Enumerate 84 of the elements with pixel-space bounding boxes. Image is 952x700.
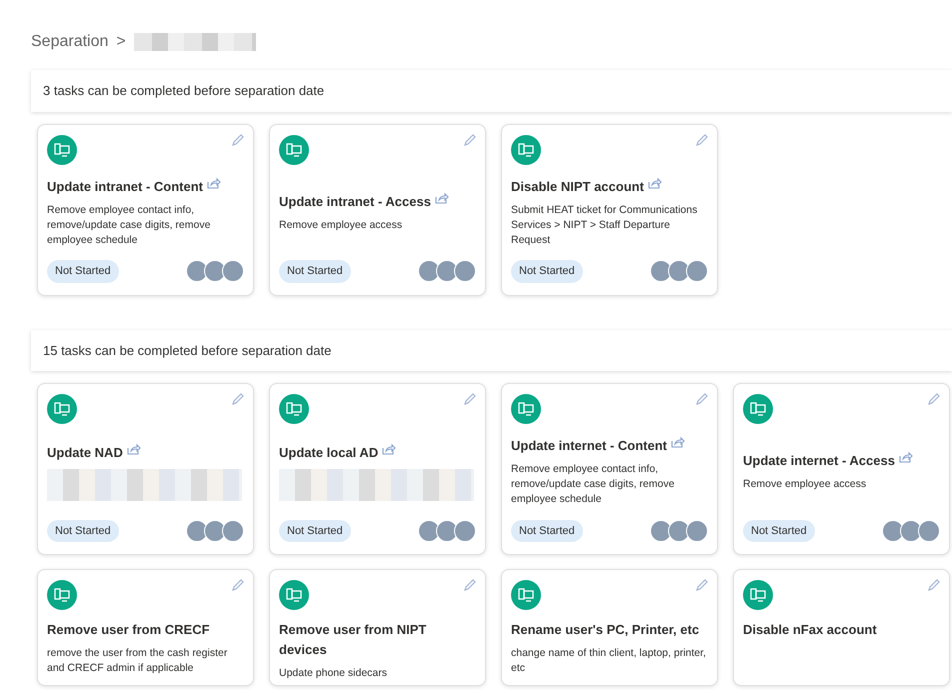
avatar [222, 520, 244, 542]
avatar [454, 260, 476, 282]
avatar [686, 260, 708, 282]
task-title: Update internet - Content [511, 438, 667, 454]
avatar [418, 260, 440, 282]
status-badge: Not Started [47, 260, 119, 282]
section-header: 15 tasks can be completed before separation date [31, 330, 952, 371]
task-description: Remove employee access [743, 477, 868, 492]
edit-icon[interactable] [231, 578, 245, 592]
edit-icon[interactable] [695, 132, 709, 146]
task-card[interactable]: Remove user from NIPT devices Update phone sidecars [269, 569, 486, 686]
status-badge: Not Started [511, 260, 583, 282]
task-title: Update intranet - Content [47, 178, 203, 194]
edit-icon[interactable] [927, 578, 941, 592]
task-description: Submit HEAT ticket for Communications Services > NIPT > Staff Departure Request [511, 202, 698, 248]
edit-icon[interactable] [695, 392, 709, 406]
avatar [418, 520, 440, 542]
edit-icon[interactable] [695, 578, 709, 592]
avatar [186, 520, 208, 542]
edit-icon[interactable] [231, 132, 245, 146]
task-title: Disable nFax account [743, 621, 878, 639]
computer-icon [279, 580, 309, 610]
edit-icon[interactable] [463, 392, 477, 406]
task-title: Remove user from CRECF [47, 621, 211, 639]
avatar [900, 520, 922, 542]
computer-icon [511, 580, 541, 610]
task-description: Remove employee access [279, 218, 404, 233]
task-title: Remove user from NIPT devices [279, 621, 428, 659]
task-title: Update local AD [279, 444, 378, 460]
task-card[interactable]: Update NAD Not Started [37, 383, 254, 555]
avatar [882, 520, 904, 542]
avatar [650, 520, 672, 542]
computer-icon [743, 394, 773, 424]
task-description: remove the user from the cash register and CRECF admin if applicable [47, 646, 228, 676]
computer-icon [743, 580, 773, 610]
avatar [204, 520, 226, 542]
task-title: Update internet - Access [743, 453, 895, 468]
task-card[interactable]: Update local AD Not Started [269, 383, 486, 555]
task-card[interactable]: Remove user from CRECF remove the user from the cash register and CRECF admin if applicable [37, 569, 254, 686]
computer-icon [279, 394, 309, 424]
task-title: Disable NIPT account [511, 178, 644, 194]
task-title: Update NAD [47, 444, 123, 460]
status-badge: Not Started [743, 520, 815, 542]
edit-icon[interactable] [927, 392, 941, 406]
task-description: Remove employee contact info, remove/update case digits, remove employee schedule [511, 462, 676, 508]
computer-icon [47, 134, 77, 164]
task-description: Update phone sidecars [279, 666, 388, 681]
task-card[interactable]: Update intranet - Access Remove employee access Not Started [269, 124, 486, 296]
avatar [686, 520, 708, 542]
task-title: Update intranet - Access [279, 194, 431, 209]
task-title: Rename user's PC, Printer, etc [511, 621, 700, 639]
avatar [668, 520, 690, 542]
avatar [650, 260, 672, 282]
status-badge: Not Started [47, 520, 119, 542]
avatar [668, 260, 690, 282]
computer-icon [47, 394, 77, 424]
computer-icon [47, 580, 77, 610]
edit-icon[interactable] [463, 132, 477, 146]
computer-icon [279, 134, 309, 164]
task-card[interactable]: Rename user's PC, Printer, etc change name of thin client, laptop, printer, etc [501, 569, 718, 686]
status-badge: Not Started [279, 520, 351, 542]
section-header: 3 tasks can be completed before separation date [31, 70, 952, 112]
avatar [204, 260, 226, 282]
breadcrumb-separator: > [116, 32, 126, 52]
computer-icon [511, 134, 541, 164]
avatar [222, 260, 244, 282]
task-card[interactable]: Disable nFax account [733, 569, 950, 686]
status-badge: Not Started [279, 260, 351, 282]
edit-icon[interactable] [463, 578, 477, 592]
task-card[interactable]: Update internet - Access Remove employee access Not Started [733, 383, 950, 555]
avatar [186, 260, 208, 282]
task-description: change name of thin client, laptop, printer, etc [511, 646, 707, 676]
avatar [436, 520, 458, 542]
task-card[interactable]: Disable NIPT account Submit HEAT ticket for Communications Services > NIPT > Staff Departure Request Not Started [501, 124, 718, 296]
breadcrumb-link[interactable]: Separation [31, 30, 108, 54]
task-card[interactable]: Update intranet - Content Remove employee contact info, remove/update case digits, remove employee schedule Not Started [37, 124, 254, 296]
status-badge: Not Started [511, 520, 583, 542]
computer-icon [511, 394, 541, 424]
avatar [918, 520, 940, 542]
avatar [436, 260, 458, 282]
edit-icon[interactable] [231, 392, 245, 406]
avatar [454, 520, 476, 542]
task-card[interactable]: Update internet - Content Remove employee contact info, remove/update case digits, remove employee schedule Not Started [501, 383, 718, 555]
task-description: Remove employee contact info, remove/update case digits, remove employee schedule [47, 202, 212, 248]
